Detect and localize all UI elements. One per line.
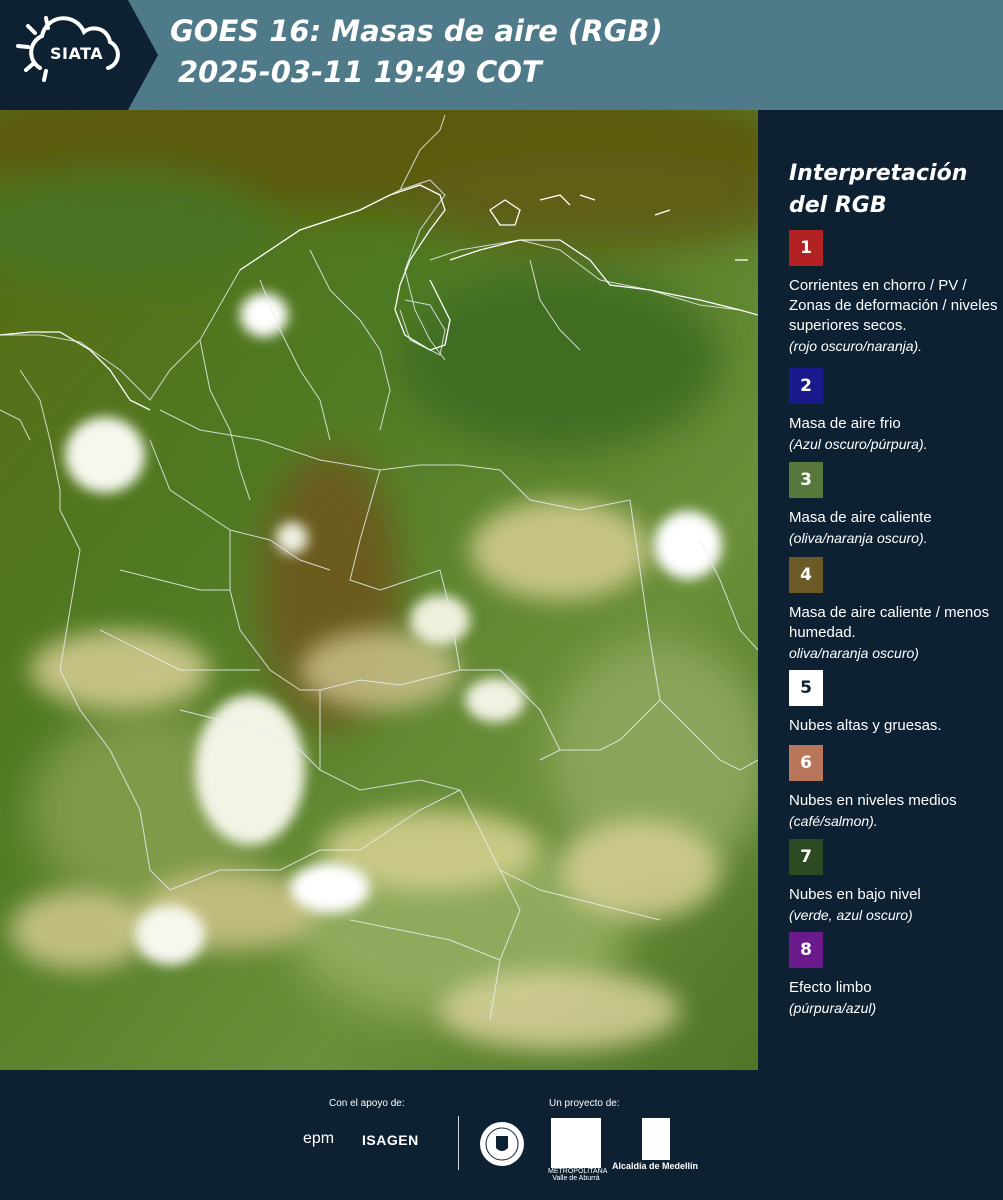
legend-swatch-7: 7 (789, 839, 823, 875)
page-title: GOES 16: Masas de aire (RGB) (170, 14, 663, 48)
timestamp: 2025-03-11 19:49 COT (178, 55, 542, 89)
isagen-logo: ISAGEN (362, 1132, 419, 1148)
legend-desc-1: Corrientes en chorro / PV / Zonas de def… (789, 277, 998, 334)
legend-desc-5: Nubes altas y gruesas. (789, 717, 942, 734)
legend-item-7: 7 Nubes en bajo nivel (verde, azul oscur… (789, 839, 999, 925)
legend-swatch-3: 3 (789, 462, 823, 498)
legend-swatch-4: 4 (789, 557, 823, 593)
legend-item-3: 3 Masa de aire caliente (oliva/naranja o… (789, 462, 999, 548)
area-metropolitana-logo (551, 1118, 601, 1168)
legend-swatch-8: 8 (789, 932, 823, 968)
legend-desc-4: Masa de aire caliente / menos humedad. (789, 604, 990, 641)
medellin-seal-icon (480, 1122, 524, 1166)
alcaldia-emblem-icon (642, 1118, 670, 1160)
legend-note-6: (café/salmon). (789, 813, 878, 829)
legend-item-1: 1 Corrientes en chorro / PV / Zonas de d… (789, 230, 999, 356)
legend-item-5: 5 Nubes altas y gruesas. (789, 670, 999, 736)
legend-note-4: oliva/naranja oscuro) (789, 645, 919, 661)
legend-note-3: (oliva/naranja oscuro). (789, 530, 928, 546)
legend-swatch-5: 5 (789, 670, 823, 706)
legend-note-8: (púrpura/azul) (789, 1000, 877, 1016)
epm-logo: epm (303, 1130, 335, 1147)
legend-item-8: 8 Efecto limbo (púrpura/azul) (789, 932, 999, 1018)
header: SIATA GOES 16: Masas de aire (RGB) 2025-… (0, 0, 1003, 110)
alcaldia-text: Alcaldía de Medellín (612, 1161, 699, 1171)
satellite-map (0, 110, 758, 1070)
legend-desc-3: Masa de aire caliente (789, 509, 932, 526)
legend-item-2: 2 Masa de aire frio (Azul oscuro/púrpura… (789, 368, 999, 454)
footer-divider (458, 1116, 459, 1170)
legend-title: Interpretación del RGB (789, 161, 968, 218)
siata-logo: SIATA (0, 0, 158, 110)
legend-swatch-2: 2 (789, 368, 823, 404)
legend-note-2: (Azul oscuro/púrpura). (789, 436, 928, 452)
legend-note-7: (verde, azul oscuro) (789, 907, 913, 923)
project-label: Un proyecto de: (549, 1098, 620, 1109)
legend-swatch-6: 6 (789, 745, 823, 781)
legend-note-1: (rojo oscuro/naranja). (789, 338, 923, 354)
support-label: Con el apoyo de: (329, 1098, 405, 1109)
area-metropolitana-text: METROPOLITANA Valle de Aburrá (548, 1168, 608, 1182)
legend-desc-6: Nubes en niveles medios (789, 792, 957, 809)
legend-item-4: 4 Masa de aire caliente / menos humedad.… (789, 557, 999, 663)
legend-desc-7: Nubes en bajo nivel (789, 886, 921, 903)
footer: Con el apoyo de: Un proyecto de: epm ISA… (0, 1070, 1003, 1200)
legend-panel: Interpretación del RGB 1 Corrientes en c… (758, 110, 1003, 1070)
siata-logo-text: SIATA (50, 44, 104, 63)
legend-item-6: 6 Nubes en niveles medios (café/salmon). (789, 745, 999, 831)
legend-desc-2: Masa de aire frio (789, 415, 901, 432)
legend-swatch-1: 1 (789, 230, 823, 266)
legend-desc-8: Efecto limbo (789, 979, 872, 996)
